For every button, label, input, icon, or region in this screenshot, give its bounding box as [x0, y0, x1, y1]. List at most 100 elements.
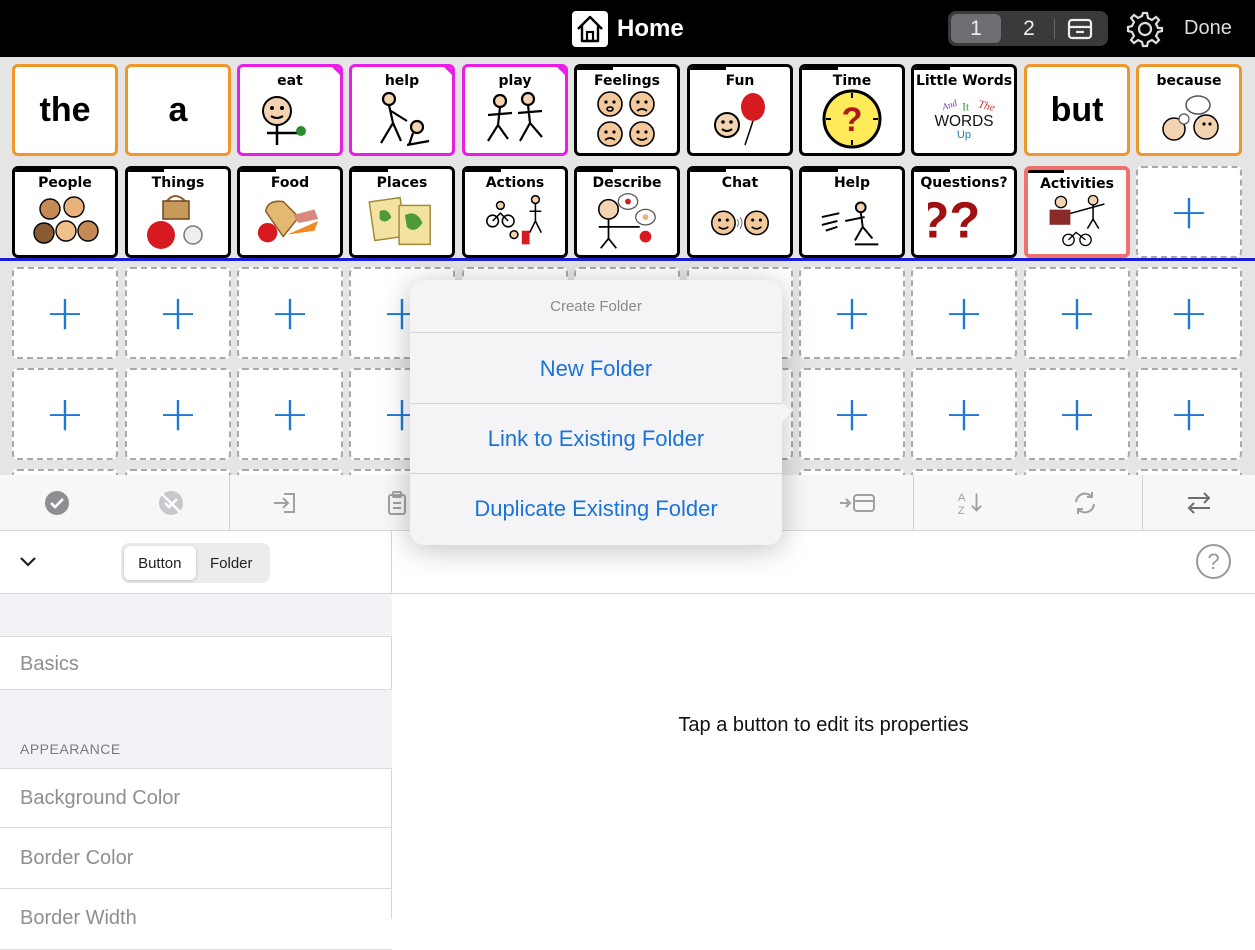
button-eat[interactable]: eat: [237, 64, 343, 156]
food-items-icon: [254, 193, 326, 249]
popover-title: Create Folder: [410, 280, 782, 333]
toolbar-separator: [913, 475, 914, 531]
background-color-row[interactable]: Background Color: [0, 768, 392, 828]
page-selector[interactable]: 1 2: [948, 11, 1108, 46]
home-icon: [572, 11, 608, 47]
svg-text:It: It: [962, 101, 970, 113]
add-button-slot[interactable]: +: [125, 267, 231, 359]
help-folder-icon: [816, 193, 888, 249]
chat-faces-icon: [704, 193, 776, 249]
add-button-slot[interactable]: +: [911, 368, 1017, 460]
folder-places[interactable]: Places: [349, 166, 455, 258]
fun-balloon-icon: [704, 91, 776, 147]
svg-text:A: A: [958, 492, 966, 504]
button-play[interactable]: play: [462, 64, 568, 156]
folder-fun[interactable]: Fun: [687, 64, 793, 156]
svg-text:?: ?: [842, 101, 863, 139]
top-bar: Home 1 2 Done: [0, 0, 1255, 57]
basics-row[interactable]: Basics: [0, 636, 392, 690]
segment-folder[interactable]: Folder: [196, 546, 268, 580]
folder-describe[interactable]: Describe: [574, 166, 680, 258]
help-symbol-icon: [366, 91, 438, 147]
deselect-icon[interactable]: [157, 489, 185, 517]
add-button-slot[interactable]: +: [12, 267, 118, 359]
inspector-empty-message: Tap a button to edit its properties: [678, 714, 969, 736]
add-button-slot[interactable]: +: [1024, 368, 1130, 460]
folder-feelings[interactable]: Feelings: [574, 64, 680, 156]
add-button-slot[interactable]: +: [237, 368, 343, 460]
svg-text:??: ??: [928, 192, 980, 249]
select-all-check-icon[interactable]: [43, 489, 71, 517]
duplicate-existing-folder-option[interactable]: Duplicate Existing Folder: [410, 474, 782, 544]
add-button-slot[interactable]: +: [1136, 166, 1242, 258]
folder-people[interactable]: People: [12, 166, 118, 258]
folder-activities[interactable]: Activities: [1024, 166, 1130, 258]
button-but[interactable]: but: [1024, 64, 1130, 156]
refresh-icon[interactable]: [1071, 489, 1099, 517]
add-button-slot[interactable]: +: [12, 368, 118, 460]
svg-text:WORDS: WORDS: [934, 113, 993, 130]
folder-time[interactable]: Time ?: [799, 64, 905, 156]
add-button-slot[interactable]: +: [1136, 368, 1242, 460]
page-2-button[interactable]: 2: [1004, 14, 1054, 43]
add-button-slot[interactable]: +: [799, 267, 905, 359]
folder-little-words[interactable]: Little Words And It The WORDS Up: [911, 64, 1017, 156]
button-folder-segmented-control[interactable]: Button Folder: [121, 543, 270, 583]
add-button-slot[interactable]: +: [237, 267, 343, 359]
done-button[interactable]: Done: [1184, 17, 1232, 40]
section-spacer: [0, 594, 392, 637]
folder-help[interactable]: Help: [799, 166, 905, 258]
add-button-slot[interactable]: +: [799, 368, 905, 460]
toolbar-separator: [229, 475, 230, 531]
eat-symbol-icon: [254, 91, 326, 147]
folder-actions[interactable]: Actions: [462, 166, 568, 258]
properties-inspector: Basics APPEARANCE Background Color Borde…: [0, 531, 1255, 950]
add-button-slot[interactable]: +: [1024, 267, 1130, 359]
chevron-down-icon[interactable]: [18, 555, 38, 574]
people-faces-icon: [29, 193, 101, 249]
questions-marks-icon: ??: [928, 192, 1000, 249]
button-the[interactable]: the: [12, 64, 118, 156]
popover-arrow: [782, 402, 792, 422]
border-width-row[interactable]: Border Width: [0, 890, 392, 950]
border-color-row[interactable]: Border Color: [0, 829, 392, 889]
board-title: Home: [617, 15, 684, 42]
sort-az-icon[interactable]: AZ: [956, 489, 984, 517]
link-existing-folder-option[interactable]: Link to Existing Folder: [410, 404, 782, 474]
folder-questions[interactable]: Questions? ??: [911, 166, 1017, 258]
actions-figures-icon: [479, 193, 551, 249]
button-a[interactable]: a: [125, 64, 231, 156]
things-objects-icon: [142, 193, 214, 249]
create-folder-popover: Create Folder New Folder Link to Existin…: [410, 280, 792, 545]
little-words-art-icon: And It The WORDS Up: [928, 91, 1000, 147]
folder-things[interactable]: Things: [125, 166, 231, 258]
new-folder-option[interactable]: New Folder: [410, 334, 782, 404]
places-map-icon: [366, 193, 438, 249]
move-to-tray-icon[interactable]: [838, 489, 878, 517]
describe-symbol-icon: [591, 193, 663, 249]
tray-icon: [1067, 18, 1093, 39]
import-icon[interactable]: [271, 489, 299, 517]
svg-text:The: The: [977, 98, 996, 114]
add-button-slot[interactable]: +: [125, 368, 231, 460]
segment-button[interactable]: Button: [124, 546, 196, 580]
settings-gear-icon[interactable]: [1126, 10, 1164, 48]
paste-clipboard-icon[interactable]: [383, 489, 411, 517]
page-divider-line: [0, 258, 1255, 261]
add-button-slot[interactable]: +: [911, 267, 1017, 359]
svg-text:Z: Z: [958, 505, 965, 517]
folder-chat[interactable]: Chat: [687, 166, 793, 258]
activities-figures-icon: [1042, 194, 1112, 248]
storage-tray-button[interactable]: [1055, 17, 1105, 41]
swap-arrows-icon[interactable]: [1185, 489, 1213, 517]
toolbar-separator: [1142, 475, 1143, 531]
help-icon[interactable]: ?: [1196, 544, 1231, 579]
board-title-area: Home: [572, 11, 684, 47]
button-help-action[interactable]: help: [349, 64, 455, 156]
page-1-button[interactable]: 1: [951, 14, 1001, 43]
play-symbol-icon: [479, 91, 551, 147]
folder-food[interactable]: Food: [237, 166, 343, 258]
feelings-faces-icon: [591, 91, 663, 147]
button-because[interactable]: because: [1136, 64, 1242, 156]
add-button-slot[interactable]: +: [1136, 267, 1242, 359]
